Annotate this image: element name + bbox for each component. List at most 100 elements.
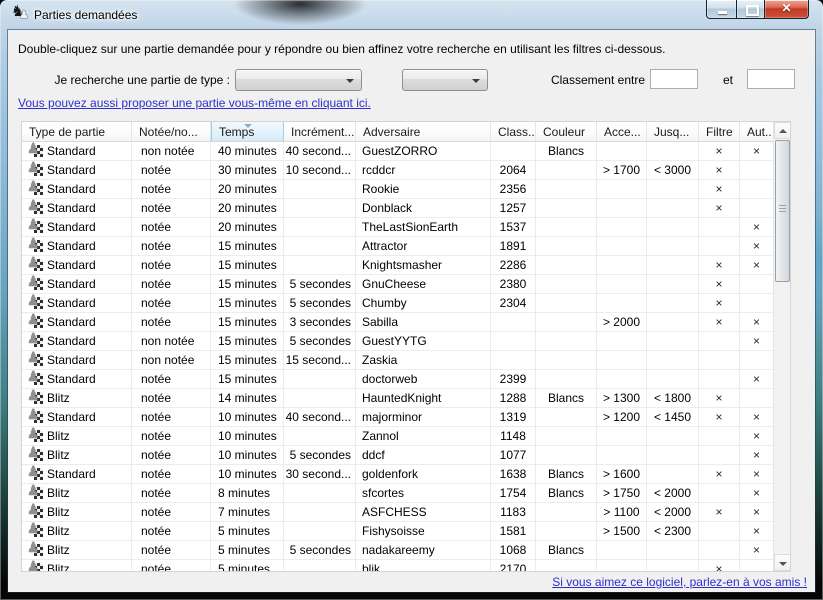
column-header-rated[interactable]: Notée/no... xyxy=(132,122,211,141)
cell-rating: 2304 xyxy=(491,294,536,312)
cell-filter xyxy=(699,332,740,350)
cell-color xyxy=(536,446,597,464)
cell-until xyxy=(647,351,699,369)
column-header-label: Filtre xyxy=(706,125,733,139)
cell-increment: 5 secondes xyxy=(284,275,356,293)
vertical-scrollbar[interactable] xyxy=(773,122,790,571)
cell-auto: × xyxy=(740,503,773,521)
cell-filter: × xyxy=(699,465,740,483)
column-header-time[interactable]: Temps xyxy=(211,122,284,141)
share-software-link[interactable]: Si vous aimez ce logiciel, parlez-en à v… xyxy=(552,575,807,589)
cell-accept xyxy=(597,199,647,217)
cell-until xyxy=(647,465,699,483)
cell-filter xyxy=(699,218,740,236)
cell-auto: × xyxy=(740,313,773,331)
column-header-rating[interactable]: Class... xyxy=(491,122,536,141)
game-type-select[interactable] xyxy=(235,69,362,91)
window-controls: ✕ xyxy=(706,0,809,19)
scrollbar-thumb[interactable] xyxy=(775,140,790,282)
cell-until xyxy=(647,446,699,464)
chess-pawn-icon: ♟ xyxy=(27,467,43,481)
propose-game-link[interactable]: Vous pouvez aussi proposer une partie vo… xyxy=(18,96,371,110)
cell-rating: 1638 xyxy=(491,465,536,483)
cell-auto xyxy=(740,294,773,312)
scroll-up-button[interactable] xyxy=(774,122,791,139)
chess-pieces-app-icon: ♞ ♟ xyxy=(11,7,29,23)
table-row[interactable]: ♟Standardnotée15 minutes3 secondesSabill… xyxy=(22,313,773,332)
close-button[interactable]: ✕ xyxy=(764,0,809,19)
table-row[interactable]: ♟Standardnotée20 minutesDonblack1257× xyxy=(22,199,773,218)
cell-type: ♟Standard xyxy=(22,275,132,293)
cell-color xyxy=(536,294,597,312)
table-row[interactable]: ♟Blitznotée14 minutesHauntedKnight1288Bl… xyxy=(22,389,773,408)
game-type-text: Blitz xyxy=(47,522,70,540)
cell-increment: 5 secondes xyxy=(284,332,356,350)
table-row[interactable]: ♟Standardnon notée15 minutes15 second...… xyxy=(22,351,773,370)
cell-type: ♟Blitz xyxy=(22,427,132,445)
table-row[interactable]: ♟Standardnotée20 minutesRookie2356× xyxy=(22,180,773,199)
cell-auto: × xyxy=(740,370,773,388)
column-header-color[interactable]: Couleur xyxy=(536,122,597,141)
cell-auto: × xyxy=(740,427,773,445)
column-header-until[interactable]: Jusq... xyxy=(647,122,699,141)
cell-increment: 15 second... xyxy=(284,351,356,369)
table-row[interactable]: ♟Standardnotée10 minutes40 second...majo… xyxy=(22,408,773,427)
column-header-opponent[interactable]: Adversaire xyxy=(356,122,491,141)
column-header-auto[interactable]: Aut... xyxy=(740,122,773,141)
table-row[interactable]: ♟Standardnotée15 minutesdoctorweb2399× xyxy=(22,370,773,389)
rating-max-input[interactable] xyxy=(747,69,795,89)
table-row[interactable]: ♟Standardnon notée15 minutes5 secondesGu… xyxy=(22,332,773,351)
chess-pawn-icon: ♟ xyxy=(27,410,43,424)
column-header-type[interactable]: Type de partie xyxy=(22,122,132,141)
cell-auto xyxy=(740,560,773,571)
column-header-increment[interactable]: Incrément... xyxy=(284,122,356,141)
cell-rating: 2064 xyxy=(491,161,536,179)
table-row[interactable]: ♟Standardnotée15 minutesKnightsmasher228… xyxy=(22,256,773,275)
scroll-down-button[interactable] xyxy=(774,554,791,571)
cell-until xyxy=(647,560,699,571)
table-row[interactable]: ♟Standardnotée15 minutesAttractor1891× xyxy=(22,237,773,256)
cell-time: 10 minutes xyxy=(211,465,284,483)
column-header-label: Notée/no... xyxy=(139,125,198,139)
cell-rated: notée xyxy=(132,199,211,217)
game-type-text: Blitz xyxy=(47,541,70,559)
table-row[interactable]: ♟Blitznotée5 minutesFishysoisse1581> 150… xyxy=(22,522,773,541)
game-type-text: Blitz xyxy=(47,446,70,464)
cell-auto xyxy=(740,180,773,198)
maximize-button[interactable] xyxy=(737,0,764,19)
column-header-label: Type de partie xyxy=(29,125,105,139)
table-row[interactable]: ♟Blitznotée7 minutesASFCHESS1183> 1100< … xyxy=(22,503,773,522)
cell-filter xyxy=(699,370,740,388)
game-variant-select[interactable] xyxy=(402,69,488,91)
table-row[interactable]: ♟Blitznotée5 minutes5 secondesnadakareem… xyxy=(22,541,773,560)
table-row[interactable]: ♟Blitznotée8 minutessfcortes1754Blancs> … xyxy=(22,484,773,503)
table-row[interactable]: ♟Standardnotée20 minutesTheLastSionEarth… xyxy=(22,218,773,237)
table-row[interactable]: ♟Standardnotée15 minutes5 secondesChumby… xyxy=(22,294,773,313)
table-row[interactable]: ♟Blitznotée10 minutesZannol1148× xyxy=(22,427,773,446)
cell-rated: notée xyxy=(132,370,211,388)
cell-type: ♟Blitz xyxy=(22,503,132,521)
rating-min-input[interactable] xyxy=(650,69,698,89)
cell-opponent: majorminor xyxy=(356,408,491,426)
cell-filter xyxy=(699,541,740,559)
cell-auto: × xyxy=(740,541,773,559)
cell-type: ♟Blitz xyxy=(22,541,132,559)
cell-time: 15 minutes xyxy=(211,332,284,350)
table-row[interactable]: ♟Standardnotée10 minutes30 second...gold… xyxy=(22,465,773,484)
cell-filter: × xyxy=(699,256,740,274)
table-row[interactable]: ♟Standardnotée15 minutes5 secondesGnuChe… xyxy=(22,275,773,294)
table-row[interactable]: ♟Standardnotée30 minutes10 second...rcdd… xyxy=(22,161,773,180)
cell-color xyxy=(536,503,597,521)
game-type-text: Blitz xyxy=(47,389,70,407)
cell-rating: 2170 xyxy=(491,560,536,571)
table-row[interactable]: ♟Standardnon notée40 minutes40 second...… xyxy=(22,142,773,161)
table-row[interactable]: ♟Blitznotée10 minutes5 secondesddcf1077× xyxy=(22,446,773,465)
column-header-filter[interactable]: Filtre xyxy=(699,122,740,141)
cell-increment xyxy=(284,560,356,571)
minimize-button[interactable] xyxy=(706,0,737,19)
cell-accept xyxy=(597,541,647,559)
cell-until xyxy=(647,218,699,236)
table-row[interactable]: ♟Blitznotée5 minutesblik2170× xyxy=(22,560,773,571)
column-header-accept[interactable]: Acce... xyxy=(597,122,647,141)
column-header-label: Couleur xyxy=(543,125,585,139)
